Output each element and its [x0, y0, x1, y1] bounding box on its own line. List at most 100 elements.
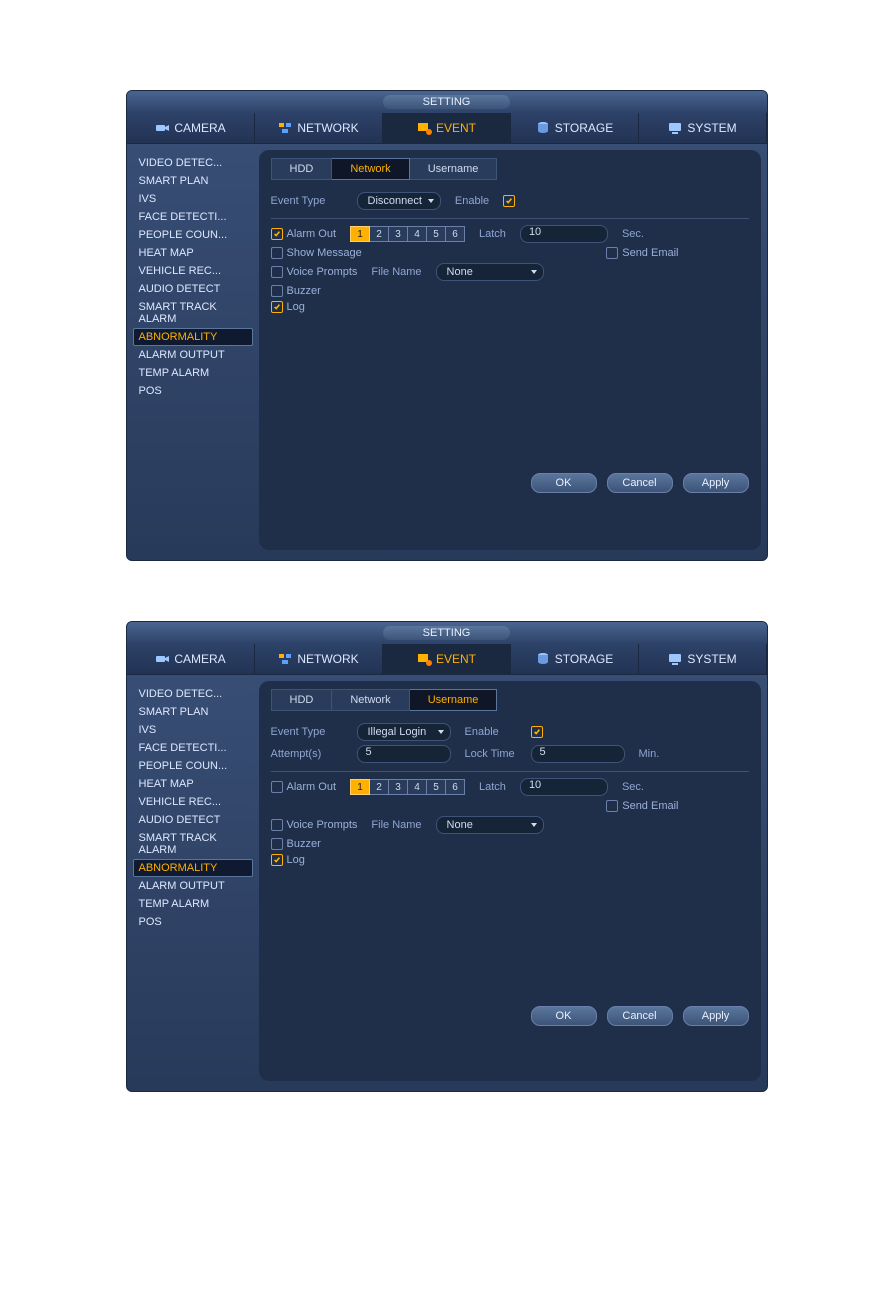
sidebar-item-audio-detect[interactable]: AUDIO DETECT: [133, 811, 253, 829]
event-type-select[interactable]: Disconnect: [357, 192, 441, 210]
sidebar-item-alarm-output[interactable]: ALARM OUTPUT: [133, 877, 253, 895]
sidebar-item-smart-track-alarm[interactable]: SMART TRACK ALARM: [133, 298, 253, 328]
channel-5[interactable]: 5: [427, 226, 446, 242]
voice-prompts-checkbox[interactable]: Voice Prompts: [271, 819, 358, 831]
voice-prompts-label: Voice Prompts: [287, 266, 358, 278]
subtab-username[interactable]: Username: [410, 689, 498, 711]
sidebar-item-ivs[interactable]: IVS: [133, 190, 253, 208]
subtab-network[interactable]: Network: [332, 158, 409, 180]
sidebar-item-abnormality[interactable]: ABNORMALITY: [133, 328, 253, 346]
channel-3[interactable]: 3: [389, 779, 408, 795]
enable-checkbox[interactable]: [531, 726, 543, 738]
sidebar-item-pos[interactable]: POS: [133, 913, 253, 931]
sidebar-item-ivs[interactable]: IVS: [133, 721, 253, 739]
channel-2[interactable]: 2: [370, 226, 389, 242]
show-message-label: Show Message: [287, 247, 362, 259]
event-type-label: Event Type: [271, 726, 343, 738]
buzzer-checkbox[interactable]: Buzzer: [271, 285, 321, 297]
channel-6[interactable]: 6: [446, 226, 465, 242]
show-message-checkbox[interactable]: Show Message: [271, 247, 362, 259]
file-name-select[interactable]: None: [436, 816, 544, 834]
channel-5[interactable]: 5: [427, 779, 446, 795]
apply-button[interactable]: Apply: [683, 473, 749, 493]
channel-4[interactable]: 4: [408, 779, 427, 795]
apply-button[interactable]: Apply: [683, 1006, 749, 1026]
channel-6[interactable]: 6: [446, 779, 465, 795]
sidebar-item-temp-alarm[interactable]: TEMP ALARM: [133, 895, 253, 913]
sidebar-item-temp-alarm[interactable]: TEMP ALARM: [133, 364, 253, 382]
lock-time-input[interactable]: 5: [531, 745, 625, 763]
window-title: SETTING: [383, 626, 511, 640]
tab-network[interactable]: NETWORK: [255, 113, 383, 143]
tab-network[interactable]: NETWORK: [255, 644, 383, 674]
sidebar-item-heat-map[interactable]: HEAT MAP: [133, 775, 253, 793]
tab-event[interactable]: EVENT: [383, 644, 511, 674]
subtab-hdd[interactable]: HDD: [271, 689, 333, 711]
sidebar-item-smart-plan[interactable]: SMART PLAN: [133, 703, 253, 721]
sidebar-item-audio-detect[interactable]: AUDIO DETECT: [133, 280, 253, 298]
file-name-value: None: [447, 819, 473, 831]
ok-button[interactable]: OK: [531, 473, 597, 493]
log-checkbox[interactable]: Log: [271, 854, 305, 866]
tab-storage[interactable]: STORAGE: [511, 644, 639, 674]
subtab-network[interactable]: Network: [332, 689, 409, 711]
tab-system[interactable]: SYSTEM: [639, 644, 767, 674]
tab-camera[interactable]: CAMERA: [127, 113, 255, 143]
camera-icon: [154, 120, 170, 136]
voice-prompts-checkbox[interactable]: Voice Prompts: [271, 266, 358, 278]
tab-storage[interactable]: STORAGE: [511, 113, 639, 143]
file-name-select[interactable]: None: [436, 263, 544, 281]
sidebar-item-smart-plan[interactable]: SMART PLAN: [133, 172, 253, 190]
tab-label: NETWORK: [297, 652, 358, 666]
sidebar-item-alarm-output[interactable]: ALARM OUTPUT: [133, 346, 253, 364]
channel-2[interactable]: 2: [370, 779, 389, 795]
sidebar-item-people-count[interactable]: PEOPLE COUN...: [133, 757, 253, 775]
network-icon: [277, 120, 293, 136]
sidebar-item-video-detec[interactable]: VIDEO DETEC...: [133, 154, 253, 172]
tab-label: CAMERA: [174, 652, 225, 666]
event-type-select[interactable]: Illegal Login: [357, 723, 451, 741]
channel-1[interactable]: 1: [350, 226, 370, 242]
log-label: Log: [287, 301, 305, 313]
send-email-checkbox[interactable]: Send Email: [606, 800, 678, 812]
tab-camera[interactable]: CAMERA: [127, 644, 255, 674]
alarm-out-checkbox[interactable]: Alarm Out: [271, 228, 337, 240]
log-label: Log: [287, 854, 305, 866]
divider: [271, 218, 749, 219]
tab-event[interactable]: EVENT: [383, 113, 511, 143]
latch-input[interactable]: 10: [520, 778, 608, 796]
chevron-down-icon: [531, 270, 537, 274]
tab-system[interactable]: SYSTEM: [639, 113, 767, 143]
buzzer-checkbox[interactable]: Buzzer: [271, 838, 321, 850]
ok-button[interactable]: OK: [531, 1006, 597, 1026]
sidebar-item-face-detect[interactable]: FACE DETECTI...: [133, 208, 253, 226]
storage-icon: [535, 120, 551, 136]
sidebar-item-people-count[interactable]: PEOPLE COUN...: [133, 226, 253, 244]
sidebar-item-smart-track-alarm[interactable]: SMART TRACK ALARM: [133, 829, 253, 859]
sidebar-item-vehicle-rec[interactable]: VEHICLE REC...: [133, 793, 253, 811]
event-type-value: Illegal Login: [368, 726, 427, 738]
cancel-button[interactable]: Cancel: [607, 473, 673, 493]
sidebar-item-video-detec[interactable]: VIDEO DETEC...: [133, 685, 253, 703]
channel-4[interactable]: 4: [408, 226, 427, 242]
channel-1[interactable]: 1: [350, 779, 370, 795]
alarm-out-checkbox[interactable]: Alarm Out: [271, 781, 337, 793]
log-checkbox[interactable]: Log: [271, 301, 305, 313]
sidebar-item-vehicle-rec[interactable]: VEHICLE REC...: [133, 262, 253, 280]
sidebar-item-abnormality[interactable]: ABNORMALITY: [133, 859, 253, 877]
latch-unit: Sec.: [622, 228, 644, 240]
subtab-username[interactable]: Username: [410, 158, 498, 180]
sidebar-item-heat-map[interactable]: HEAT MAP: [133, 244, 253, 262]
latch-input[interactable]: 10: [520, 225, 608, 243]
sidebar-item-face-detect[interactable]: FACE DETECTI...: [133, 739, 253, 757]
main-tabs: CAMERA NETWORK EVENT STORAGE: [127, 113, 767, 144]
enable-checkbox[interactable]: [503, 195, 515, 207]
subtab-hdd[interactable]: HDD: [271, 158, 333, 180]
channel-3[interactable]: 3: [389, 226, 408, 242]
send-email-checkbox[interactable]: Send Email: [606, 247, 678, 259]
main-tabs: CAMERA NETWORK EVENT STORAGE: [127, 644, 767, 675]
cancel-button[interactable]: Cancel: [607, 1006, 673, 1026]
sidebar-item-pos[interactable]: POS: [133, 382, 253, 400]
attempts-input[interactable]: 5: [357, 745, 451, 763]
settings-panel: HDD Network Username Event Type Disconne…: [259, 150, 761, 550]
